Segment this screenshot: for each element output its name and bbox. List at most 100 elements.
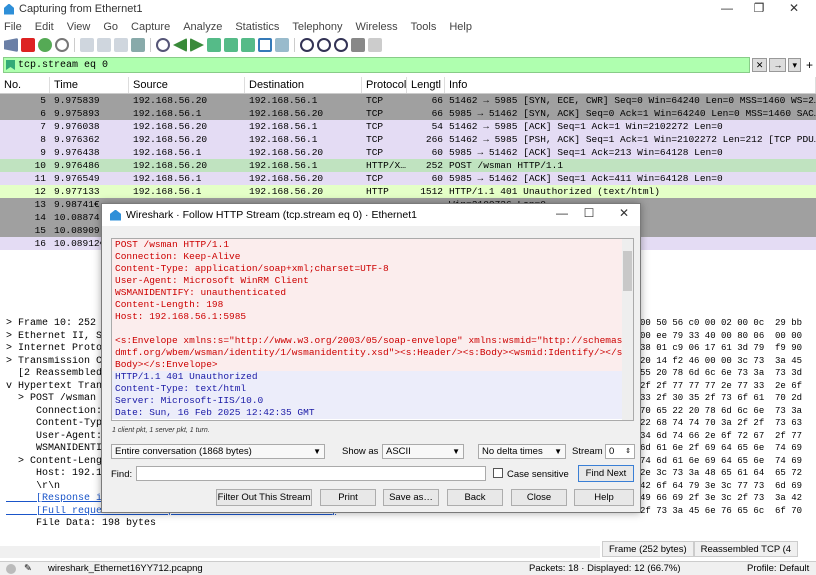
packet-row[interactable]: 6 9.975893 192.168.56.1 192.168.56.20 TCP 66 5… [0, 107, 816, 120]
print-button[interactable]: Print [320, 489, 376, 506]
stream-content[interactable]: POST /wsman HTTP/1.1 Connection: Keep-Ali… [111, 238, 634, 421]
col-protocol[interactable]: Protocol [362, 77, 407, 93]
conversation-select[interactable]: Entire conversation (1868 bytes) ▼ [111, 444, 325, 459]
close-dialog-button[interactable]: Close [511, 489, 567, 506]
first-packet-icon[interactable] [224, 38, 238, 52]
close-button[interactable]: ✕ [776, 0, 812, 18]
tab-frame-bytes[interactable]: Frame (252 bytes) [602, 541, 694, 557]
filter-out-stream-button[interactable]: Filter Out This Stream [216, 489, 312, 506]
packet-cell-proto: HTTP [366, 186, 389, 197]
go-back-icon[interactable] [173, 38, 187, 52]
maximize-button[interactable]: ❐ [741, 0, 777, 18]
menu-edit[interactable]: Edit [35, 21, 54, 33]
stream-number-spinbox[interactable]: 0 ⇕ [605, 444, 635, 459]
zoom-normal-icon[interactable] [334, 38, 348, 52]
filter-history-button[interactable]: ▾ [788, 58, 801, 72]
restart-capture-icon[interactable] [38, 38, 52, 52]
bookmark-icon[interactable] [6, 60, 15, 70]
zoom-in-icon[interactable] [300, 38, 314, 52]
packet-cell-time: 9.976486 [54, 160, 100, 171]
expert-info-icon[interactable] [6, 563, 16, 574]
resize-columns-icon[interactable] [351, 38, 365, 52]
col-length[interactable]: Lengtl [407, 77, 445, 93]
hex-line: 34 6d 74 66 2e 6f 72 67 2f 77 [640, 430, 803, 441]
capture-options-icon[interactable] [55, 38, 69, 52]
menu-tools[interactable]: Tools [411, 21, 437, 33]
packet-row[interactable]: 11 9.976549 192.168.56.1 192.168.56.20 TCP 60… [0, 172, 816, 185]
packet-count: Packets: 18 · Displayed: 12 (66.7%) [529, 563, 681, 574]
tab-reassembled-tcp[interactable]: Reassembled TCP (4 [693, 541, 799, 557]
shark-fin-start-icon[interactable] [4, 38, 18, 52]
packet-cell-src: 192.168.56.1 [133, 186, 202, 197]
find-input[interactable] [136, 466, 486, 481]
dialog-close-button[interactable]: ✕ [613, 206, 635, 220]
chevron-down-icon: ▼ [554, 447, 562, 456]
menu-help[interactable]: Help [449, 21, 472, 33]
find-packet-icon[interactable] [156, 38, 170, 52]
dialog-titlebar: Wireshark · Follow HTTP Stream (tcp.stre… [102, 204, 640, 226]
col-source[interactable]: Source [129, 77, 245, 93]
menu-wireless[interactable]: Wireless [356, 21, 398, 33]
packet-cell-len: 66 [431, 108, 443, 119]
close-file-icon[interactable] [114, 38, 128, 52]
go-forward-icon[interactable] [190, 38, 204, 52]
hex-line: 00 ee 79 33 40 00 80 06 00 00 [640, 330, 803, 341]
go-to-packet-icon[interactable] [207, 38, 221, 52]
menu-telephony[interactable]: Telephony [292, 21, 342, 33]
layout-icon[interactable] [368, 38, 382, 52]
find-label: Find: [111, 469, 133, 480]
packet-row[interactable]: 9 9.976438 192.168.56.1 192.168.56.20 TCP 60 5… [0, 146, 816, 159]
dialog-maximize-button[interactable]: ☐ [578, 206, 600, 220]
edit-comment-icon[interactable]: ✎ [24, 563, 32, 574]
packet-row[interactable]: 5 9.975839 192.168.56.20 192.168.56.1 TCP 66 5… [0, 94, 816, 107]
show-as-select[interactable]: ASCII ▼ [382, 444, 464, 459]
save-as-button[interactable]: Save as… [383, 489, 439, 506]
menu-view[interactable]: View [67, 21, 91, 33]
col-time[interactable]: Time [50, 77, 129, 93]
status-bar: ✎ wireshark_Ethernet16YY712.pcapng Packe… [0, 561, 816, 575]
menu-statistics[interactable]: Statistics [235, 21, 279, 33]
colorize-icon[interactable] [275, 38, 289, 52]
case-sensitive-checkbox[interactable] [493, 468, 503, 478]
open-file-icon[interactable] [80, 38, 94, 52]
menu-file[interactable]: File [4, 21, 22, 33]
find-next-button[interactable]: Find Next [578, 465, 634, 482]
clear-filter-button[interactable]: ✕ [751, 58, 768, 72]
zoom-out-icon[interactable] [317, 38, 331, 52]
profile-label[interactable]: Profile: Default [747, 563, 809, 574]
window-title: Capturing from Ethernet1 [19, 3, 143, 15]
client-stream-line [112, 323, 633, 335]
client-stream-line: dmtf.org/wbem/wsman/identity/1/wsmaniden… [112, 347, 633, 359]
stream-label: Stream [572, 446, 603, 457]
packet-row[interactable]: 8 9.976362 192.168.56.20 192.168.56.1 TCP 266… [0, 133, 816, 146]
save-file-icon[interactable] [97, 38, 111, 52]
packet-row[interactable]: 7 9.976038 192.168.56.20 192.168.56.1 TCP 54 5… [0, 120, 816, 133]
delta-times-select[interactable]: No delta times ▼ [478, 444, 566, 459]
menu-capture[interactable]: Capture [131, 21, 170, 33]
display-filter-input[interactable]: tcp.stream eq 0 [3, 57, 750, 73]
detail-tree-item[interactable]: File Data: 198 bytes [0, 518, 600, 531]
dialog-minimize-button[interactable]: — [551, 206, 573, 220]
details-horizontal-scrollbar[interactable] [0, 546, 600, 558]
autoscroll-icon[interactable] [258, 38, 272, 52]
help-button[interactable]: Help [574, 489, 634, 506]
stream-vertical-scrollbar[interactable] [622, 239, 633, 420]
col-no[interactable]: No. [0, 77, 50, 93]
packet-row[interactable]: 10 9.976486 192.168.56.20 192.168.56.1 HTTP/… [0, 159, 816, 172]
menu-go[interactable]: Go [103, 21, 118, 33]
back-button[interactable]: Back [447, 489, 503, 506]
stop-capture-icon[interactable] [21, 38, 35, 52]
packet-cell-proto: TCP [366, 108, 384, 119]
apply-filter-button[interactable]: → [769, 58, 787, 72]
packet-row[interactable]: 12 9.977133 192.168.56.1 192.168.56.20 HTTP 1… [0, 185, 816, 198]
packet-cell-time: 9.976362 [54, 134, 100, 145]
menu-analyze[interactable]: Analyze [183, 21, 222, 33]
add-filter-button[interactable]: + [806, 58, 813, 72]
minimize-button[interactable]: — [709, 0, 745, 18]
packet-cell-dst: 192.168.56.20 [249, 108, 324, 119]
col-destination[interactable]: Destination [245, 77, 362, 93]
reload-icon[interactable] [131, 38, 145, 52]
col-info[interactable]: Info [445, 77, 816, 93]
last-packet-icon[interactable] [241, 38, 255, 52]
spin-arrows-icon[interactable]: ⇕ [625, 445, 631, 458]
